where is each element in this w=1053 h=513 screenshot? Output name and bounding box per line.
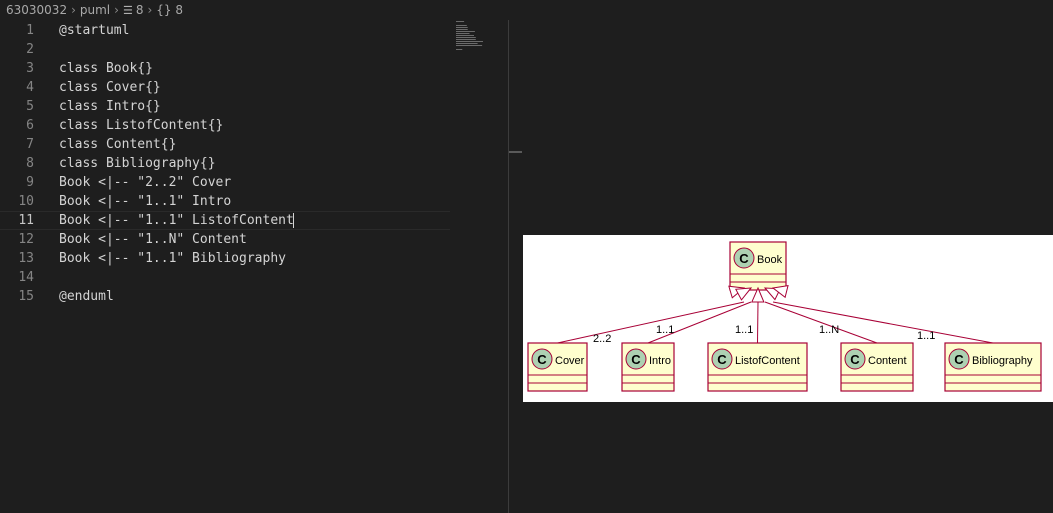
- minimap-line: [456, 45, 483, 46]
- breadcrumb-folder[interactable]: 63030032: [6, 0, 67, 20]
- inheritance-line: [764, 301, 878, 344]
- minimap-line: [456, 25, 467, 26]
- multiplicity-label: 1..1: [917, 330, 935, 342]
- line-text: class Intro{}: [59, 99, 161, 114]
- code-line[interactable]: 6 class ListofContent{}: [0, 116, 450, 135]
- line-text: class Bibliography{}: [59, 156, 216, 171]
- line-text: Book <|-- "1..1" Intro: [59, 194, 232, 209]
- line-number: 9: [26, 175, 34, 190]
- code-line[interactable]: 8 class Bibliography{}: [0, 154, 450, 173]
- minimap-line: [456, 41, 483, 42]
- minimap-line: [456, 33, 470, 34]
- code-line[interactable]: 11 Book <|-- "1..1" ListofContent: [0, 211, 450, 230]
- chevron-right-icon: ›: [114, 3, 119, 17]
- breadcrumb-symbol[interactable]: 8: [136, 0, 144, 20]
- inheritance-line: [557, 301, 745, 344]
- inheritance-line: [772, 301, 994, 344]
- line-text: Book <|-- "1..N" Content: [59, 232, 247, 247]
- line-number: 15: [18, 289, 34, 304]
- multiplicity-label: 1..1: [656, 324, 674, 336]
- line-text: class ListofContent{}: [59, 118, 224, 133]
- breadcrumb: 63030032 › puml › ☰ 8 ›{} 8: [0, 0, 509, 20]
- line-text: class Book{}: [59, 61, 153, 76]
- line-number: 3: [26, 61, 34, 76]
- code-line[interactable]: 15 @enduml: [0, 287, 450, 306]
- minimap-line: [456, 29, 468, 30]
- class-stereotype: C: [954, 352, 964, 367]
- line-text: class Content{}: [59, 137, 177, 152]
- child-class-name: Content: [868, 355, 907, 367]
- line-number: 8: [26, 156, 34, 171]
- class-stereotype: C: [850, 352, 860, 367]
- line-number: 12: [18, 232, 34, 247]
- line-text: @enduml: [59, 289, 114, 304]
- code-line[interactable]: 1 @startuml: [0, 21, 450, 40]
- code-line[interactable]: 14: [0, 268, 450, 287]
- line-number: 11: [18, 213, 34, 228]
- code-line[interactable]: 5 class Intro{}: [0, 97, 450, 116]
- line-text: Book <|-- "2..2" Cover: [59, 175, 232, 190]
- line-text: @startuml: [59, 23, 130, 38]
- line-number: 5: [26, 99, 34, 114]
- code-editor[interactable]: 63030032 › puml › ☰ 8 ›{} 8 1 @startuml 2 3 class …: [0, 0, 522, 513]
- chevron-right-icon: ›: [71, 3, 76, 17]
- scrollbar-thumb[interactable]: [509, 151, 522, 153]
- code-line[interactable]: 7 class Content{}: [0, 135, 450, 154]
- line-number: 10: [18, 194, 34, 209]
- line-number: 4: [26, 80, 34, 95]
- line-text: Book <|-- "1..1" Bibliography: [59, 251, 286, 266]
- code-line[interactable]: 13 Book <|-- "1..1" Bibliography: [0, 249, 450, 268]
- child-class-name: ListofContent: [735, 355, 800, 367]
- line-number: 14: [18, 270, 34, 285]
- breadcrumb-object[interactable]: {} 8: [156, 0, 183, 20]
- inheritance-line: [647, 301, 752, 344]
- minimap-line: [456, 49, 463, 50]
- symbol-list-icon: ☰: [122, 4, 133, 17]
- line-text: Book <|-- "1..1" ListofContent: [59, 213, 294, 228]
- line-number: 1: [26, 23, 34, 38]
- class-stereotype: C: [537, 352, 547, 367]
- class-stereotype: C: [739, 251, 749, 266]
- line-number: 6: [26, 118, 34, 133]
- minimap-line: [456, 21, 465, 22]
- scrollbar-track[interactable]: [508, 20, 509, 513]
- child-class-name: Bibliography: [972, 355, 1033, 367]
- class-stereotype: C: [717, 352, 727, 367]
- code-line[interactable]: 4 class Cover{}: [0, 78, 450, 97]
- code-line[interactable]: 3 class Book{}: [0, 59, 450, 78]
- line-number: 2: [26, 42, 34, 57]
- code-line[interactable]: 10 Book <|-- "1..1" Intro: [0, 192, 450, 211]
- line-number: 13: [18, 251, 34, 266]
- line-number: 7: [26, 137, 34, 152]
- chevron-right-icon: ›: [147, 3, 153, 17]
- minimap-line: [456, 35, 474, 36]
- code-line[interactable]: 2: [0, 40, 450, 59]
- minimap-line: [456, 43, 478, 44]
- multiplicity-label: 2..2: [593, 333, 611, 345]
- code-line[interactable]: 9 Book <|-- "2..2" Cover: [0, 173, 450, 192]
- minimap[interactable]: [454, 20, 510, 60]
- minimap-line: [456, 39, 476, 40]
- uml-diagram: C Book 2..2 C Cover 1..1 C Intro 1..1 C ListofCont…: [523, 235, 1053, 402]
- parent-class-name: Book: [757, 254, 783, 266]
- minimap-line: [456, 31, 475, 32]
- breadcrumb-file[interactable]: puml: [80, 0, 110, 20]
- line-text: class Cover{}: [59, 80, 161, 95]
- code-line[interactable]: 12 Book <|-- "1..N" Content: [0, 230, 450, 249]
- class-stereotype: C: [631, 352, 641, 367]
- child-class-name: Cover: [555, 355, 585, 367]
- minimap-line: [456, 27, 468, 28]
- text-cursor: [292, 213, 294, 228]
- inheritance-line: [757, 301, 759, 344]
- uml-svg: C Book 2..2 C Cover 1..1 C Intro 1..1 C ListofCont…: [527, 241, 1042, 392]
- multiplicity-label: 1..N: [819, 324, 839, 336]
- inheritance-arrowhead: [735, 287, 753, 301]
- child-class-name: Intro: [649, 355, 671, 367]
- minimap-line: [456, 37, 476, 38]
- multiplicity-label: 1..1: [735, 324, 753, 336]
